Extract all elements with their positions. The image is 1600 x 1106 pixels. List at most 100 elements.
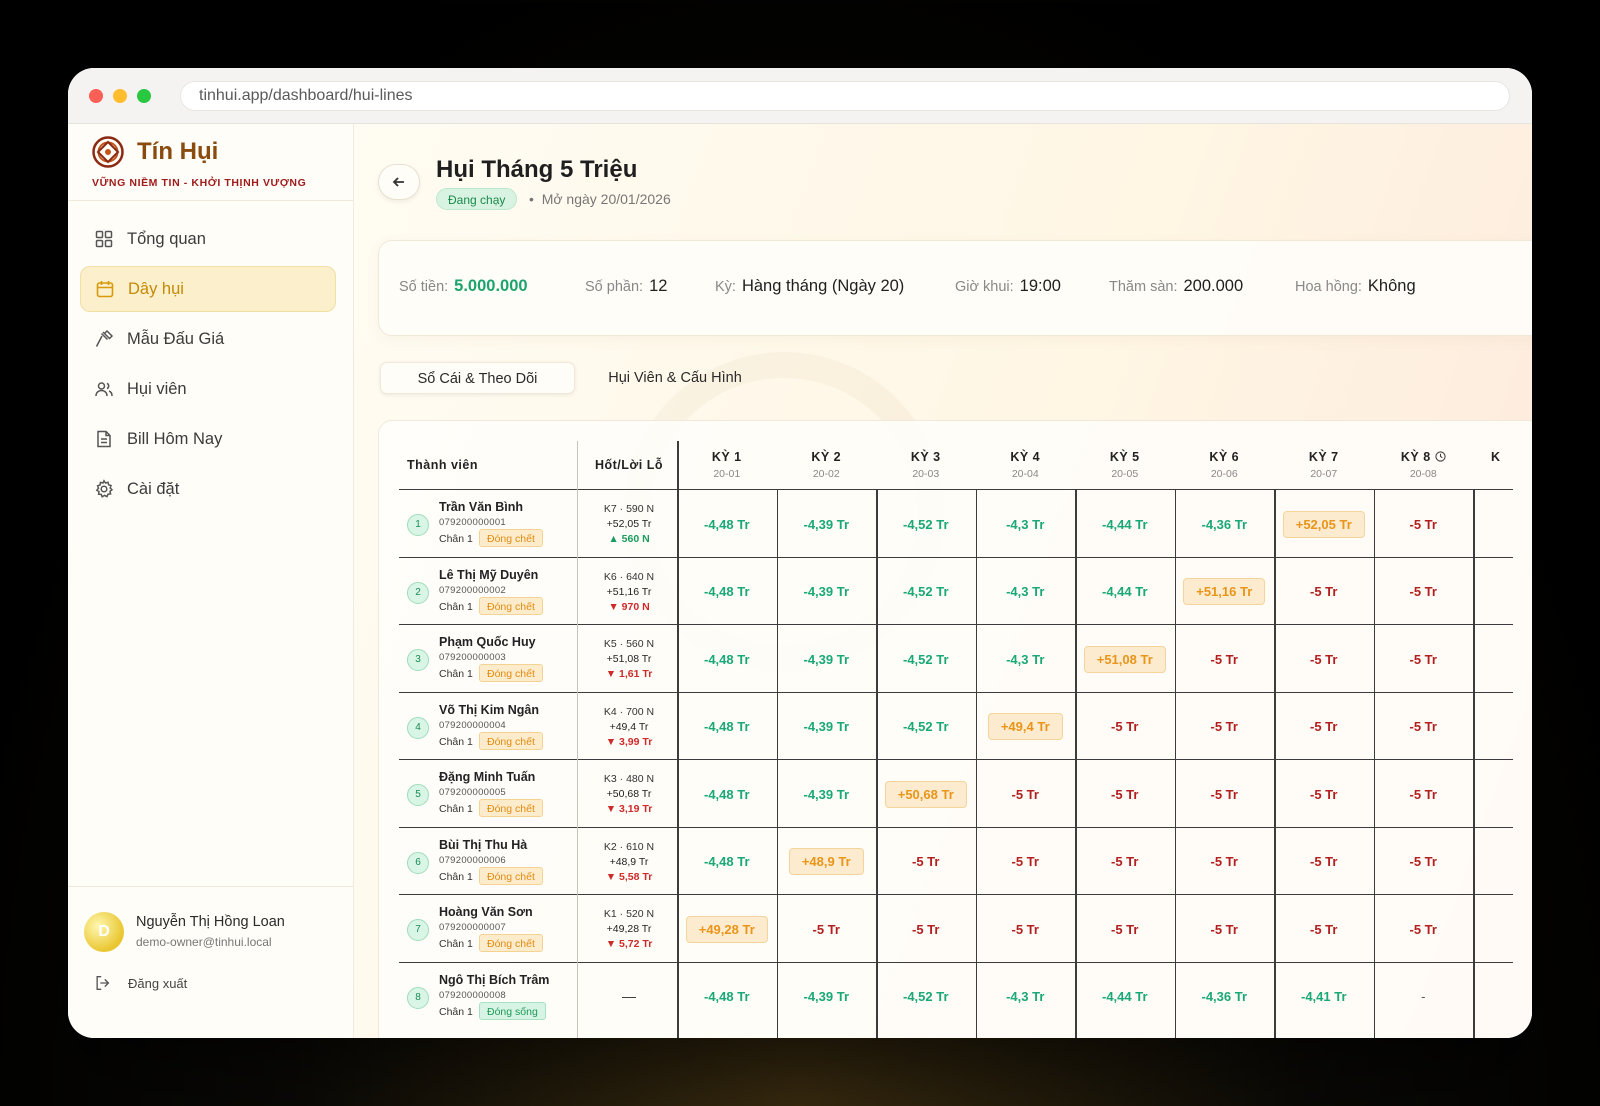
period-cell[interactable]: +51,08 Tr: [1075, 625, 1175, 693]
period-cell[interactable]: -5 Tr: [1175, 895, 1275, 963]
period-cell[interactable]: -5 Tr: [1274, 760, 1374, 828]
period-cell[interactable]: -5 Tr: [1274, 693, 1374, 761]
table-row[interactable]: 2 Lê Thị Mỹ Duyên 079200000002 Chân 1 Đóng c…: [399, 556, 1513, 626]
period-cell[interactable]: -: [1374, 963, 1474, 1031]
period-cell[interactable]: -4,36 Tr: [1175, 490, 1275, 558]
period-cell[interactable]: -5 Tr: [1374, 828, 1474, 896]
period-cell[interactable]: -4,3 Tr: [976, 558, 1076, 626]
period-cell[interactable]: -5 Tr: [976, 760, 1076, 828]
member-number: 6: [407, 851, 429, 874]
period-cell[interactable]: -5 Tr: [876, 828, 976, 896]
period-header-6[interactable]: KỲ 6 20-06: [1175, 441, 1275, 489]
table-row[interactable]: 7 Hoàng Văn Sơn 079200000007 Chân 1 Đóng chế…: [399, 894, 1513, 962]
period-header-5[interactable]: KỲ 5 20-05: [1075, 441, 1175, 489]
period-cell[interactable]: -4,3 Tr: [976, 963, 1076, 1031]
period-cell[interactable]: -4,44 Tr: [1075, 963, 1175, 1031]
period-cell[interactable]: -5 Tr: [1374, 693, 1474, 761]
table-row[interactable]: 5 Đặng Minh Tuấn 079200000005 Chân 1 Đóng ch…: [399, 759, 1513, 827]
period-cell[interactable]: -4,48 Tr: [677, 693, 777, 761]
sidebar-item-overview[interactable]: Tổng quan: [80, 216, 336, 262]
period-cell[interactable]: -5 Tr: [1374, 760, 1474, 828]
period-header-4[interactable]: KỲ 4 20-04: [976, 441, 1076, 489]
period-cell[interactable]: -5 Tr: [1175, 828, 1275, 896]
period-header-3[interactable]: KỲ 3 20-03: [876, 441, 976, 489]
sidebar-item-members[interactable]: Hụi viên: [80, 366, 336, 412]
period-cell[interactable]: -4,3 Tr: [976, 490, 1076, 558]
period-cell[interactable]: -4,41 Tr: [1274, 963, 1374, 1031]
tab-members-config[interactable]: Hụi Viên & Cấu Hình: [590, 362, 760, 394]
sidebar-item-hui-lines[interactable]: Dây hụi: [80, 266, 336, 312]
period-cell[interactable]: -4,52 Tr: [876, 963, 976, 1031]
period-cell[interactable]: -4,52 Tr: [876, 693, 976, 761]
period-cell[interactable]: -5 Tr: [1374, 895, 1474, 963]
period-cell[interactable]: -4,39 Tr: [777, 490, 877, 558]
period-cell[interactable]: -4,39 Tr: [777, 963, 877, 1031]
minimize-window-button[interactable]: [113, 89, 127, 103]
period-cell[interactable]: -5 Tr: [976, 828, 1076, 896]
period-cell[interactable]: -5 Tr: [777, 895, 877, 963]
tab-ledger[interactable]: Sổ Cái & Theo Dõi: [380, 362, 575, 394]
pl-draw: K7 · 590 N: [603, 503, 655, 515]
table-row[interactable]: 6 Bùi Thị Thu Hà 079200000006 Chân 1 Đóng ch…: [399, 826, 1513, 896]
member-id: 079200000004: [439, 719, 507, 731]
period-cell[interactable]: -4,3 Tr: [976, 625, 1076, 693]
sidebar-item-bill-today[interactable]: Bill Hôm Nay: [80, 416, 336, 462]
period-cell[interactable]: +48,9 Tr: [777, 828, 877, 896]
table-row[interactable]: 8 Ngô Thị Bích Trâm 079200000008 Chân 1 Đóng…: [399, 961, 1513, 1031]
period-cell[interactable]: +49,28 Tr: [677, 895, 777, 963]
period-cell[interactable]: +50,68 Tr: [876, 760, 976, 828]
period-cell[interactable]: -5 Tr: [1075, 760, 1175, 828]
period-cell[interactable]: -4,48 Tr: [677, 490, 777, 558]
period-cell[interactable]: -5 Tr: [1374, 558, 1474, 626]
user-profile[interactable]: D Nguyễn Thị Hồng Loan demo-owner@tinhui…: [84, 908, 344, 956]
sidebar-item-settings[interactable]: Cài đặt: [80, 466, 336, 512]
period-cell[interactable]: -4,48 Tr: [677, 625, 777, 693]
pl-received: +49,4 Tr: [609, 720, 649, 733]
period-cell[interactable]: -5 Tr: [1075, 895, 1175, 963]
period-cell[interactable]: -5 Tr: [1175, 693, 1275, 761]
period-cell[interactable]: -4,39 Tr: [777, 693, 877, 761]
period-cell[interactable]: -4,48 Tr: [677, 828, 777, 896]
period-cell[interactable]: -5 Tr: [1274, 828, 1374, 896]
period-cell[interactable]: -5 Tr: [1175, 760, 1275, 828]
period-cell[interactable]: +52,05 Tr: [1274, 490, 1374, 558]
period-cell[interactable]: -5 Tr: [1075, 693, 1175, 761]
period-cell[interactable]: -5 Tr: [1274, 625, 1374, 693]
period-header-2[interactable]: KỲ 2 20-02: [777, 441, 877, 489]
sidebar-item-auction-templates[interactable]: Mẫu Đấu Giá: [80, 316, 336, 362]
period-cell[interactable]: -4,52 Tr: [876, 558, 976, 626]
period-cell[interactable]: -4,39 Tr: [777, 558, 877, 626]
period-header-8[interactable]: KỲ 8 20-08: [1374, 441, 1474, 489]
period-cell[interactable]: -4,48 Tr: [677, 963, 777, 1031]
period-cell[interactable]: -4,36 Tr: [1175, 963, 1275, 1031]
period-header-7[interactable]: KỲ 7 20-07: [1274, 441, 1374, 489]
table-row[interactable]: 1 Trần Văn Bình 079200000001 Chân 1 Đóng chế…: [399, 489, 1513, 557]
period-cell[interactable]: -5 Tr: [1374, 490, 1474, 558]
period-cell[interactable]: -4,44 Tr: [1075, 490, 1175, 558]
back-button[interactable]: [378, 164, 420, 200]
period-cell[interactable]: +51,16 Tr: [1175, 558, 1275, 626]
period-cell[interactable]: -5 Tr: [976, 895, 1076, 963]
close-window-button[interactable]: [89, 89, 103, 103]
logout-button[interactable]: Đăng xuất: [94, 974, 187, 992]
period-cell[interactable]: -5 Tr: [1374, 625, 1474, 693]
period-cell[interactable]: -5 Tr: [1274, 895, 1374, 963]
period-cell[interactable]: -4,52 Tr: [876, 625, 976, 693]
period-cell[interactable]: -4,39 Tr: [777, 760, 877, 828]
period-header-1[interactable]: KỲ 1 20-01: [677, 441, 777, 489]
period-cell[interactable]: +49,4 Tr: [976, 693, 1076, 761]
period-cell[interactable]: -4,48 Tr: [677, 558, 777, 626]
table-row[interactable]: 3 Phạm Quốc Huy 079200000003 Chân 1 Đóng chế…: [399, 624, 1513, 692]
period-cell[interactable]: -4,52 Tr: [876, 490, 976, 558]
period-cell[interactable]: -5 Tr: [1175, 625, 1275, 693]
period-cell[interactable]: -5 Tr: [1274, 558, 1374, 626]
period-header-9[interactable]: K: [1473, 441, 1532, 489]
address-bar[interactable]: tinhui.app/dashboard/hui-lines: [180, 81, 1510, 111]
period-cell[interactable]: -5 Tr: [876, 895, 976, 963]
period-cell[interactable]: -4,44 Tr: [1075, 558, 1175, 626]
maximize-window-button[interactable]: [137, 89, 151, 103]
period-cell[interactable]: -4,39 Tr: [777, 625, 877, 693]
period-cell[interactable]: -4,48 Tr: [677, 760, 777, 828]
period-cell[interactable]: -5 Tr: [1075, 828, 1175, 896]
table-row[interactable]: 4 Võ Thị Kim Ngân 079200000004 Chân 1 Đóng c…: [399, 691, 1513, 761]
